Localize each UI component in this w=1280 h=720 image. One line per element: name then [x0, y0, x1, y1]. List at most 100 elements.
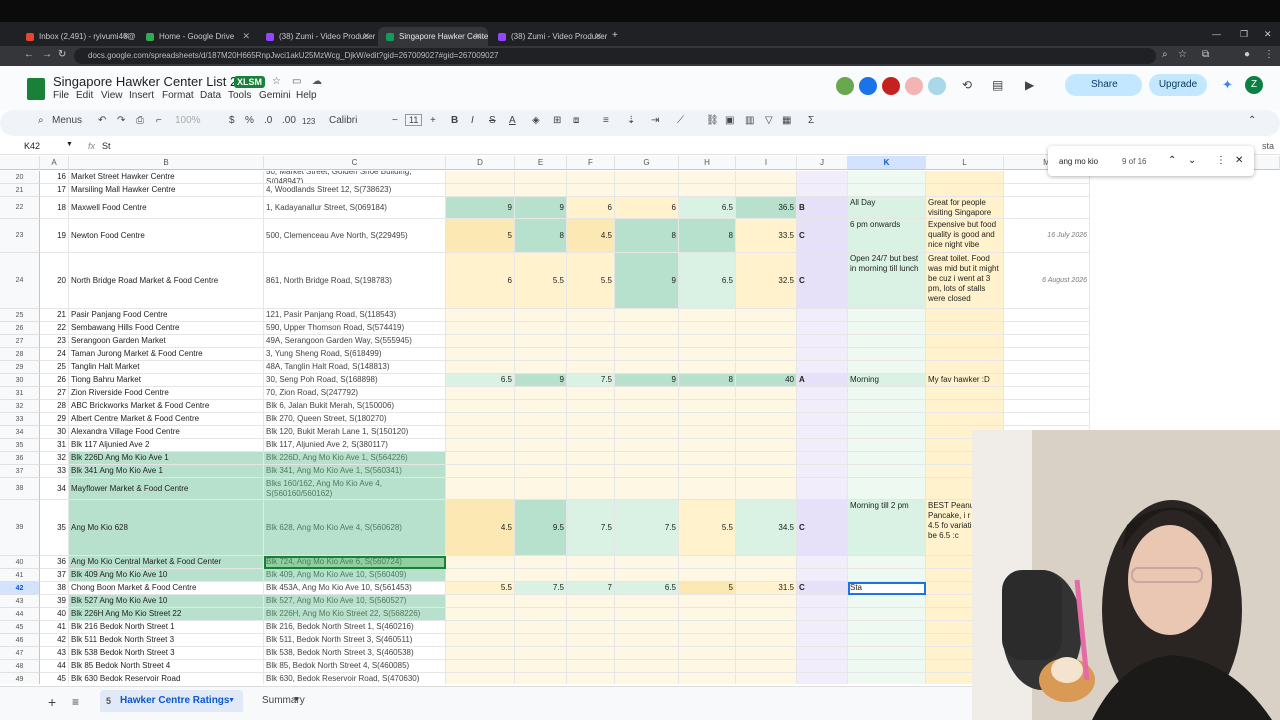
score-cell[interactable]: 6.5: [679, 253, 736, 309]
hawker-name-cell[interactable]: Sembawang Hills Food Centre: [69, 322, 264, 335]
score-cell[interactable]: [567, 621, 615, 634]
score-cell[interactable]: [679, 426, 736, 439]
hawker-name-cell[interactable]: Newton Food Centre: [69, 219, 264, 253]
grade-cell[interactable]: C: [797, 253, 848, 309]
notes-cell[interactable]: [926, 348, 1004, 361]
score-cell[interactable]: [615, 171, 679, 184]
hawker-name-cell[interactable]: Ang Mo Kio Central Market & Food Center: [69, 556, 264, 569]
score-cell[interactable]: [615, 322, 679, 335]
score-cell[interactable]: [446, 322, 515, 335]
row-header[interactable]: 31: [0, 387, 40, 400]
index-cell[interactable]: 26: [40, 374, 69, 387]
score-cell[interactable]: [446, 556, 515, 569]
document-title[interactable]: Singapore Hawker Center List 2026: [53, 74, 259, 89]
grade-cell[interactable]: [797, 569, 848, 582]
row-header[interactable]: 42: [0, 582, 40, 595]
close-icon[interactable]: ✕: [594, 31, 602, 42]
hawker-name-cell[interactable]: Blk 409 Ang Mo Kio Ave 10: [69, 569, 264, 582]
best-time-cell[interactable]: 6 pm onwards: [848, 219, 926, 253]
address-cell[interactable]: 48A, Tanglin Halt Road, S(148813): [264, 361, 446, 374]
menu-view[interactable]: View: [101, 90, 123, 101]
best-time-cell[interactable]: [848, 400, 926, 413]
browser-tab-sheet[interactable]: Singapore Hawker Center List 2...✕: [378, 27, 488, 46]
fill-color-icon[interactable]: ◈: [532, 115, 540, 126]
score-cell[interactable]: 33.5: [736, 219, 797, 253]
row-header[interactable]: 44: [0, 608, 40, 621]
score-cell[interactable]: [615, 608, 679, 621]
row-header[interactable]: 30: [0, 374, 40, 387]
zoom-select[interactable]: 100%: [175, 115, 201, 126]
menu-edit[interactable]: Edit: [76, 90, 93, 101]
score-cell[interactable]: [515, 569, 567, 582]
best-time-cell[interactable]: [848, 569, 926, 582]
menu-tools[interactable]: Tools: [228, 90, 251, 101]
chevron-down-icon[interactable]: ▼: [228, 690, 235, 712]
notes-cell[interactable]: [926, 413, 1004, 426]
score-cell[interactable]: 32.5: [736, 253, 797, 309]
column-header-a[interactable]: A: [40, 156, 69, 170]
row-header[interactable]: 22: [0, 197, 40, 219]
score-cell[interactable]: [679, 556, 736, 569]
row-header[interactable]: 26: [0, 322, 40, 335]
index-cell[interactable]: 45: [40, 673, 69, 684]
date-cell[interactable]: [1004, 374, 1090, 387]
score-cell[interactable]: [679, 387, 736, 400]
score-cell[interactable]: [679, 400, 736, 413]
menu-data[interactable]: Data: [200, 90, 221, 101]
grade-cell[interactable]: [797, 673, 848, 684]
score-cell[interactable]: [736, 465, 797, 478]
score-cell[interactable]: [615, 595, 679, 608]
collaborator-avatar-icon[interactable]: [905, 77, 923, 95]
score-cell[interactable]: [446, 348, 515, 361]
wrap-icon[interactable]: ⇥: [651, 115, 659, 126]
bookmark-star-icon[interactable]: ☆: [1178, 49, 1187, 60]
notes-cell[interactable]: [926, 322, 1004, 335]
score-cell[interactable]: 9.5: [515, 500, 567, 556]
menu-insert[interactable]: Insert: [129, 90, 154, 101]
score-cell[interactable]: [515, 335, 567, 348]
menu-format[interactable]: Format: [162, 90, 194, 101]
score-cell[interactable]: [567, 595, 615, 608]
best-time-cell[interactable]: [848, 184, 926, 197]
hawker-name-cell[interactable]: Blk 630 Bedok Reservoir Road: [69, 673, 264, 684]
row-header[interactable]: 39: [0, 500, 40, 556]
find-options-icon[interactable]: ⋮: [1216, 155, 1226, 166]
score-cell[interactable]: [446, 400, 515, 413]
score-cell[interactable]: [515, 634, 567, 647]
score-cell[interactable]: [615, 184, 679, 197]
score-cell[interactable]: [736, 660, 797, 673]
score-cell[interactable]: 31.5: [736, 582, 797, 595]
index-cell[interactable]: 35: [40, 500, 69, 556]
hawker-name-cell[interactable]: Blk 527 Ang Mo Kio Ave 10: [69, 595, 264, 608]
close-window-button[interactable]: ✕: [1264, 29, 1272, 40]
extensions-icon[interactable]: ⧉: [1202, 49, 1209, 60]
index-cell[interactable]: 39: [40, 595, 69, 608]
score-cell[interactable]: [567, 322, 615, 335]
row-header[interactable]: 25: [0, 309, 40, 322]
chart-icon[interactable]: ▥: [745, 115, 754, 126]
sheets-logo-icon[interactable]: [27, 78, 45, 100]
score-cell[interactable]: [615, 569, 679, 582]
score-cell[interactable]: 4.5: [567, 219, 615, 253]
hawker-name-cell[interactable]: Chong Boon Market & Food Centre: [69, 582, 264, 595]
date-cell[interactable]: [1004, 309, 1090, 322]
score-cell[interactable]: 5: [446, 219, 515, 253]
hawker-name-cell[interactable]: Serangoon Garden Market: [69, 335, 264, 348]
address-cell[interactable]: Blk 511, Bedok North Street 3, S(460511): [264, 634, 446, 647]
score-cell[interactable]: [615, 361, 679, 374]
index-cell[interactable]: 42: [40, 634, 69, 647]
score-cell[interactable]: [515, 465, 567, 478]
index-cell[interactable]: 44: [40, 660, 69, 673]
score-cell[interactable]: [615, 660, 679, 673]
hawker-name-cell[interactable]: Zion Riverside Food Centre: [69, 387, 264, 400]
grade-cell[interactable]: [797, 387, 848, 400]
score-cell[interactable]: [446, 569, 515, 582]
score-cell[interactable]: [615, 556, 679, 569]
browser-tab-gmail[interactable]: Inbox (2,491) - ryivumi46@gm...✕: [18, 27, 136, 46]
score-cell[interactable]: [446, 309, 515, 322]
grade-cell[interactable]: A: [797, 374, 848, 387]
decrease-font-size-button[interactable]: −: [392, 115, 398, 126]
score-cell[interactable]: [567, 184, 615, 197]
score-cell[interactable]: [736, 621, 797, 634]
decrease-decimal-button[interactable]: .0: [264, 115, 272, 126]
